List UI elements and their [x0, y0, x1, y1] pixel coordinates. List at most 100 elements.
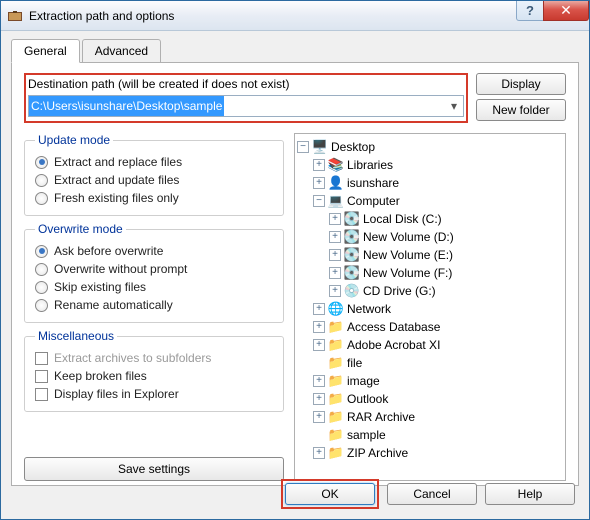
collapse-icon[interactable]: − — [313, 195, 325, 207]
tree-node-network[interactable]: +🌐Network — [297, 300, 563, 318]
expand-icon[interactable]: + — [329, 285, 341, 297]
folder-icon: 📁 — [328, 373, 344, 389]
tree-node-folder[interactable]: +📁Outlook — [297, 390, 563, 408]
radio-icon — [35, 156, 48, 169]
tab-advanced[interactable]: Advanced — [82, 39, 161, 63]
tree-node-folder[interactable]: +📁Adobe Acrobat XI — [297, 336, 563, 354]
cd-drive-icon: 💿 — [344, 283, 360, 299]
dialog-window: Extraction path and options ? ✕ General … — [0, 0, 590, 520]
tree-node-folder[interactable]: +📁ZIP Archive — [297, 444, 563, 462]
folder-icon: 📁 — [328, 319, 344, 335]
save-settings-button[interactable]: Save settings — [24, 457, 284, 481]
expand-icon[interactable]: + — [313, 447, 325, 459]
ok-highlight: OK — [281, 479, 379, 509]
tree-node-drive-e[interactable]: +💽New Volume (E:) — [297, 246, 563, 264]
tree-node-folder[interactable]: 📁file — [297, 354, 563, 372]
tree-node-drive-d[interactable]: +💽New Volume (D:) — [297, 228, 563, 246]
folder-icon: 📁 — [328, 445, 344, 461]
destination-path-value: C:\Users\isunshare\Desktop\sample — [29, 96, 224, 116]
destination-label: Destination path (will be created if doe… — [28, 77, 464, 91]
radio-icon — [35, 245, 48, 258]
content-area: General Advanced Destination path (will … — [1, 31, 589, 486]
folder-icon: 📁 — [328, 409, 344, 425]
dropdown-arrow-icon[interactable]: ▾ — [445, 99, 463, 113]
drive-icon: 💽 — [344, 211, 360, 227]
tree-node-computer[interactable]: −💻Computer — [297, 192, 563, 210]
expand-icon[interactable]: + — [313, 321, 325, 333]
update-opt-update[interactable]: Extract and update files — [35, 171, 273, 189]
checkbox-icon — [35, 370, 48, 383]
misc-opt-subfolders: Extract archives to subfolders — [35, 349, 273, 367]
close-button[interactable]: ✕ — [543, 1, 589, 21]
expand-icon[interactable]: + — [313, 339, 325, 351]
libraries-icon: 📚 — [328, 157, 344, 173]
dialog-footer: OK Cancel Help — [281, 479, 575, 509]
app-icon — [7, 8, 23, 24]
expand-icon[interactable]: + — [329, 267, 341, 279]
computer-icon: 💻 — [328, 193, 344, 209]
tree-node-desktop[interactable]: −🖥️Desktop — [297, 138, 563, 156]
cancel-button[interactable]: Cancel — [387, 483, 477, 505]
update-mode-legend: Update mode — [35, 133, 113, 147]
expand-icon[interactable]: + — [329, 213, 341, 225]
tab-general[interactable]: General — [11, 39, 80, 63]
destination-highlight: Destination path (will be created if doe… — [24, 73, 468, 123]
tree-node-folder[interactable]: 📁sample — [297, 426, 563, 444]
radio-icon — [35, 263, 48, 276]
tree-node-folder[interactable]: +📁RAR Archive — [297, 408, 563, 426]
expand-icon[interactable]: + — [313, 303, 325, 315]
user-icon: 👤 — [328, 175, 344, 191]
drive-icon: 💽 — [344, 247, 360, 263]
misc-opt-broken[interactable]: Keep broken files — [35, 367, 273, 385]
drive-icon: 💽 — [344, 229, 360, 245]
tree-node-drive-c[interactable]: +💽Local Disk (C:) — [297, 210, 563, 228]
new-folder-button[interactable]: New folder — [476, 99, 566, 121]
tree-node-folder[interactable]: +📁image — [297, 372, 563, 390]
folder-icon: 📁 — [328, 355, 344, 371]
folder-tree[interactable]: −🖥️Desktop +📚Libraries +👤isunshare −💻Com… — [294, 133, 566, 481]
update-mode-group: Update mode Extract and replace files Ex… — [24, 133, 284, 216]
titlebar-help-button[interactable]: ? — [516, 1, 544, 21]
help-button[interactable]: Help — [485, 483, 575, 505]
update-opt-fresh[interactable]: Fresh existing files only — [35, 189, 273, 207]
tree-node-libraries[interactable]: +📚Libraries — [297, 156, 563, 174]
radio-icon — [35, 281, 48, 294]
radio-icon — [35, 192, 48, 205]
overwrite-opt-ask[interactable]: Ask before overwrite — [35, 242, 273, 260]
misc-opt-explorer[interactable]: Display files in Explorer — [35, 385, 273, 403]
checkbox-icon — [35, 352, 48, 365]
tree-node-drive-f[interactable]: +💽New Volume (F:) — [297, 264, 563, 282]
tree-node-user[interactable]: +👤isunshare — [297, 174, 563, 192]
overwrite-mode-group: Overwrite mode Ask before overwrite Over… — [24, 222, 284, 323]
destination-path-combobox[interactable]: C:\Users\isunshare\Desktop\sample ▾ — [28, 95, 464, 117]
radio-icon — [35, 299, 48, 312]
expand-icon[interactable]: + — [313, 177, 325, 189]
ok-button[interactable]: OK — [285, 483, 375, 505]
tab-strip: General Advanced — [11, 39, 579, 63]
window-title: Extraction path and options — [29, 9, 517, 23]
update-opt-replace[interactable]: Extract and replace files — [35, 153, 273, 171]
display-button[interactable]: Display — [476, 73, 566, 95]
expand-icon[interactable]: + — [313, 159, 325, 171]
folder-icon: 📁 — [328, 337, 344, 353]
expand-icon[interactable]: + — [329, 231, 341, 243]
collapse-icon[interactable]: − — [297, 141, 309, 153]
overwrite-opt-rename[interactable]: Rename automatically — [35, 296, 273, 314]
expand-icon[interactable]: + — [313, 375, 325, 387]
folder-icon: 📁 — [328, 391, 344, 407]
radio-icon — [35, 174, 48, 187]
overwrite-opt-skip[interactable]: Skip existing files — [35, 278, 273, 296]
expand-icon[interactable]: + — [313, 411, 325, 423]
tab-panel-general: Destination path (will be created if doe… — [11, 62, 579, 486]
tree-node-drive-g[interactable]: +💿CD Drive (G:) — [297, 282, 563, 300]
overwrite-opt-without[interactable]: Overwrite without prompt — [35, 260, 273, 278]
misc-group: Miscellaneous Extract archives to subfol… — [24, 329, 284, 412]
desktop-icon: 🖥️ — [312, 139, 328, 155]
misc-legend: Miscellaneous — [35, 329, 117, 343]
tree-node-folder[interactable]: +📁Access Database — [297, 318, 563, 336]
network-icon: 🌐 — [328, 301, 344, 317]
window-buttons: ? ✕ — [517, 1, 589, 30]
checkbox-icon — [35, 388, 48, 401]
expand-icon[interactable]: + — [313, 393, 325, 405]
expand-icon[interactable]: + — [329, 249, 341, 261]
